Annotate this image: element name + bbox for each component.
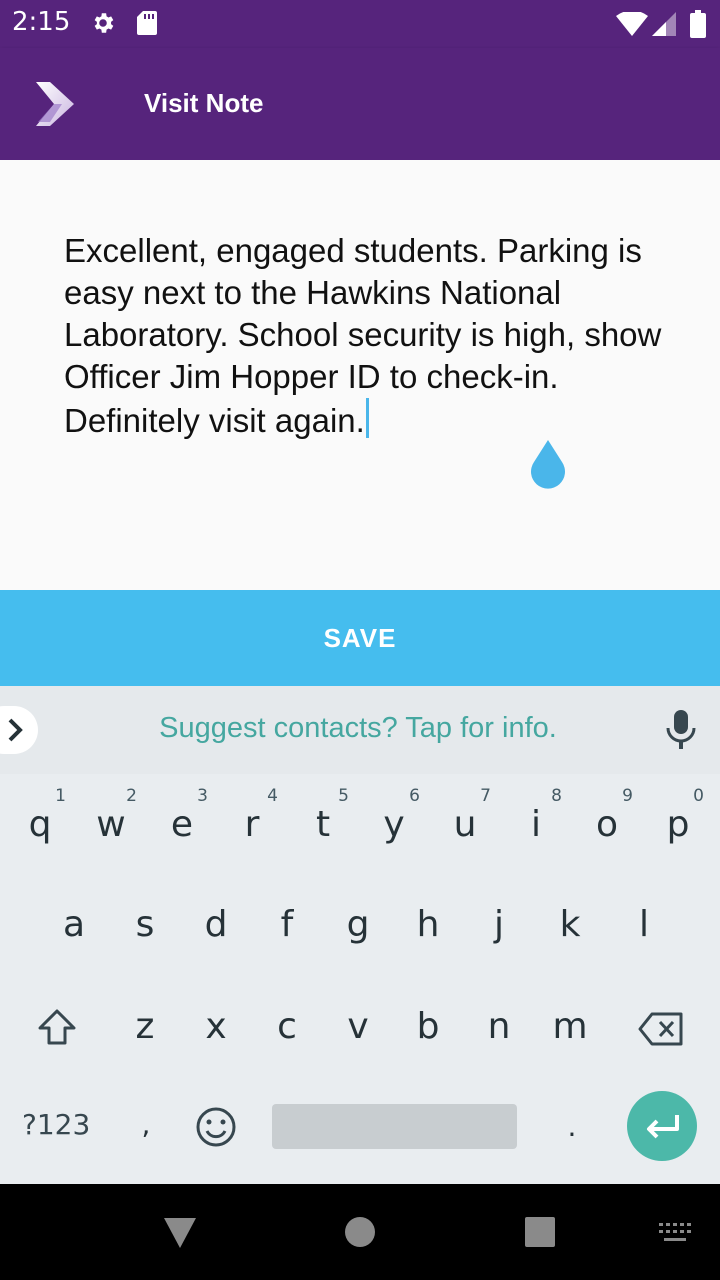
settings-icon (90, 10, 116, 40)
mic-icon[interactable] (664, 710, 698, 754)
backspace-icon[interactable] (638, 1012, 684, 1050)
key-z[interactable]: z (115, 984, 175, 1074)
space-key[interactable] (272, 1104, 517, 1149)
key-t[interactable]: t5 (293, 782, 353, 872)
note-editor[interactable]: Excellent, engaged students. Parking is … (0, 160, 720, 590)
navigation-bar (0, 1184, 720, 1280)
page-title: Visit Note (144, 88, 264, 118)
enter-icon (647, 1115, 679, 1139)
key-w[interactable]: w2 (81, 782, 141, 872)
status-time: 2:15 (12, 7, 71, 37)
key-n[interactable]: n (469, 984, 529, 1074)
suggestion-text[interactable]: Suggest contacts? Tap for info. (0, 712, 716, 745)
key-b[interactable]: b (398, 984, 458, 1074)
note-text-field[interactable]: Excellent, engaged students. Parking is … (64, 230, 684, 442)
suggestion-strip: Suggest contacts? Tap for info. (0, 686, 720, 774)
key-f[interactable]: f (257, 882, 317, 972)
emoji-icon[interactable] (195, 1106, 237, 1152)
key-c[interactable]: c (257, 984, 317, 1074)
keyboard-switch-icon[interactable] (658, 1222, 692, 1248)
key-y[interactable]: y6 (364, 782, 424, 872)
text-cursor (365, 398, 369, 438)
key-e[interactable]: e3 (152, 782, 212, 872)
key-m[interactable]: m (540, 984, 600, 1074)
key-o[interactable]: o9 (577, 782, 637, 872)
key-i[interactable]: i8 (506, 782, 566, 872)
key-j[interactable]: j (469, 882, 529, 972)
key-d[interactable]: d (186, 882, 246, 972)
key-v[interactable]: v (328, 984, 388, 1074)
key-q[interactable]: q1 (10, 782, 70, 872)
sd-card-icon (136, 10, 158, 40)
key-x[interactable]: x (186, 984, 246, 1074)
symbols-key[interactable]: ?123 (22, 1108, 90, 1141)
battery-icon (690, 10, 706, 42)
app-logo-icon[interactable] (36, 82, 76, 126)
signal-icon (652, 12, 678, 40)
key-period[interactable]: . (542, 1088, 602, 1178)
key-r[interactable]: r4 (222, 782, 282, 872)
cursor-handle-icon[interactable] (528, 440, 568, 490)
wifi-icon (616, 10, 648, 40)
key-u[interactable]: u7 (435, 782, 495, 872)
key-l[interactable]: l (614, 882, 674, 972)
key-s[interactable]: s (115, 882, 175, 972)
key-p[interactable]: p0 (648, 782, 708, 872)
back-icon[interactable] (164, 1218, 196, 1252)
key-comma[interactable]: , (116, 1086, 176, 1176)
home-icon[interactable] (344, 1216, 376, 1252)
recents-icon[interactable] (524, 1216, 556, 1252)
keyboard: Suggest contacts? Tap for info. q1 w2 e3… (0, 686, 720, 1184)
key-g[interactable]: g (328, 882, 388, 972)
note-text: Excellent, engaged students. Parking is … (64, 232, 662, 439)
key-a[interactable]: a (44, 882, 104, 972)
key-h[interactable]: h (398, 882, 458, 972)
enter-button[interactable] (627, 1091, 697, 1161)
key-k[interactable]: k (540, 882, 600, 972)
app-bar: Visit Note (0, 48, 720, 160)
save-button[interactable]: SAVE (0, 590, 720, 686)
status-bar: 2:15 (0, 0, 720, 48)
shift-icon[interactable] (36, 1008, 78, 1050)
